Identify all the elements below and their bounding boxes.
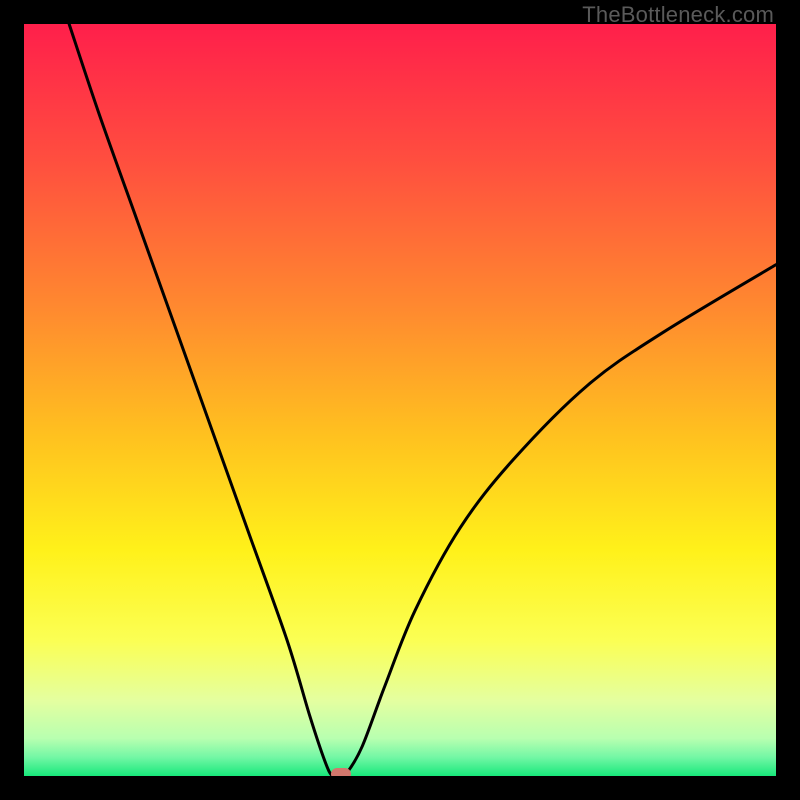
bottleneck-curve bbox=[69, 24, 776, 776]
chart-frame: TheBottleneck.com bbox=[0, 0, 800, 800]
optimum-marker bbox=[331, 768, 351, 776]
plot-area bbox=[24, 24, 776, 776]
curve-layer bbox=[24, 24, 776, 776]
